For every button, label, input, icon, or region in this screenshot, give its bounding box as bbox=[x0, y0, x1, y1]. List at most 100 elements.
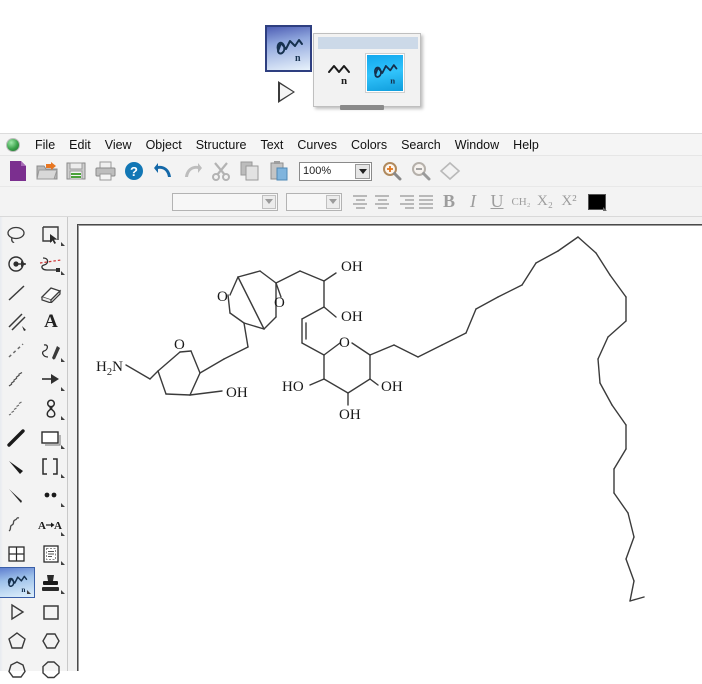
chain-tool-flyout[interactable]: n n n bbox=[265, 25, 421, 110]
shape-tool-button[interactable] bbox=[437, 158, 463, 184]
tool-rectangle-shape[interactable] bbox=[34, 423, 68, 452]
tool-line[interactable] bbox=[0, 278, 34, 307]
menu-item-colors[interactable]: Colors bbox=[344, 136, 394, 154]
tool-bold-wedge-bond[interactable] bbox=[0, 423, 34, 452]
save-button[interactable] bbox=[63, 158, 89, 184]
flyout-item-zigzag-chain[interactable]: n bbox=[322, 54, 360, 92]
tool-lone-pair-dots[interactable] bbox=[34, 481, 68, 510]
tool-dashed-bond[interactable] bbox=[0, 336, 34, 365]
tool-atom-replace[interactable]: A A bbox=[34, 510, 68, 539]
paste-clipboard-icon bbox=[270, 161, 288, 181]
tool-palette: A A A n bbox=[0, 217, 68, 678]
tool-random-chain[interactable]: n bbox=[0, 567, 35, 598]
tool-double-bond[interactable] bbox=[0, 307, 34, 336]
new-document-button[interactable] bbox=[5, 158, 31, 184]
tool-lasso-select[interactable] bbox=[0, 220, 34, 249]
lone-pair-dots-icon bbox=[44, 492, 57, 497]
chevron-down-icon[interactable] bbox=[326, 194, 340, 209]
chevron-down-icon[interactable] bbox=[355, 163, 370, 179]
rectangle-shape-icon bbox=[41, 430, 61, 446]
cut-button[interactable] bbox=[208, 158, 234, 184]
svg-text:?: ? bbox=[130, 164, 138, 179]
tool-dotted-wedge-bond[interactable] bbox=[0, 394, 34, 423]
menu-item-help[interactable]: Help bbox=[506, 136, 546, 154]
flyout-grip[interactable] bbox=[340, 105, 384, 110]
flyout-titlebar[interactable] bbox=[318, 37, 418, 49]
copy-button[interactable] bbox=[237, 158, 263, 184]
tool-thin-wedge-bond[interactable] bbox=[0, 481, 34, 510]
tool-eraser[interactable] bbox=[34, 278, 68, 307]
smallcaps-button[interactable]: CH₂ bbox=[510, 191, 532, 213]
tool-pen-draw[interactable] bbox=[34, 336, 68, 365]
tool-brackets[interactable] bbox=[34, 452, 68, 481]
font-size-combobox[interactable] bbox=[286, 192, 342, 211]
menu-item-file[interactable]: File bbox=[28, 136, 62, 154]
flyout-item-random-chain[interactable]: n bbox=[365, 53, 405, 93]
work-area: A A A n H2N O OH O O OH OH O HO OH OH bbox=[0, 217, 702, 678]
tool-narrow-wedge-bond[interactable] bbox=[0, 452, 34, 481]
line-tool-icon bbox=[8, 284, 25, 301]
atom-label-pyran-oxygen: O bbox=[339, 335, 350, 351]
thin-wedge-bond-icon bbox=[9, 488, 22, 503]
flyout-anchor-button[interactable]: n bbox=[265, 25, 312, 72]
tool-orbital[interactable] bbox=[34, 394, 68, 423]
tool-node-edit[interactable] bbox=[0, 249, 34, 278]
tool-pentagon-shape[interactable] bbox=[0, 626, 34, 655]
atom-label-pyran-hydroxyl-bottom: OH bbox=[339, 407, 361, 423]
print-button[interactable] bbox=[92, 158, 118, 184]
rectangle-select-icon bbox=[42, 225, 59, 244]
tool-dashed-path-edit[interactable] bbox=[34, 249, 68, 278]
tool-rectangle-select[interactable] bbox=[34, 220, 68, 249]
tool-text[interactable]: A bbox=[34, 307, 68, 336]
menu-item-view[interactable]: View bbox=[98, 136, 139, 154]
redo-arrow-icon bbox=[184, 162, 202, 177]
pentagon-shape-icon bbox=[8, 631, 26, 649]
align-right-button[interactable] bbox=[394, 191, 414, 213]
tool-template-page[interactable] bbox=[34, 539, 68, 568]
tool-hexagon-shape[interactable] bbox=[34, 626, 68, 655]
atom-label-thf-oxygen: O bbox=[174, 337, 185, 353]
zoom-level-combobox[interactable]: 100% bbox=[299, 161, 372, 181]
menu-item-window[interactable]: Window bbox=[448, 136, 506, 154]
atom-label-hydroxyl-lower: OH bbox=[341, 309, 363, 325]
undo-button[interactable] bbox=[150, 158, 176, 184]
atom-label-pyran-ho: HO bbox=[282, 379, 304, 395]
arrow-tool-icon bbox=[42, 373, 59, 384]
bold-button[interactable]: B bbox=[438, 191, 460, 213]
menu-item-edit[interactable]: Edit bbox=[62, 136, 98, 154]
italic-button[interactable]: I bbox=[462, 191, 484, 213]
drawing-canvas[interactable]: H2N O OH O O OH OH O HO OH OH bbox=[77, 224, 702, 671]
paste-button[interactable] bbox=[266, 158, 292, 184]
underline-button[interactable]: U bbox=[486, 191, 508, 213]
zoom-in-button[interactable] bbox=[379, 158, 405, 184]
subscript-button[interactable]: X₂ bbox=[534, 191, 556, 213]
tool-stamp[interactable] bbox=[34, 568, 68, 597]
align-center-button[interactable] bbox=[372, 191, 392, 213]
tool-hash-wedge-bond[interactable] bbox=[0, 365, 34, 394]
tool-squiggle-bond[interactable] bbox=[0, 510, 34, 539]
open-file-button[interactable] bbox=[34, 158, 60, 184]
tool-arrow[interactable] bbox=[34, 365, 68, 394]
flyout-expand-triangle[interactable] bbox=[278, 81, 295, 103]
superscript-button[interactable]: X² bbox=[558, 191, 580, 213]
menu-item-text[interactable]: Text bbox=[253, 136, 290, 154]
tool-triangle-shape[interactable] bbox=[0, 597, 34, 626]
align-justify-button[interactable] bbox=[416, 191, 436, 213]
menu-item-object[interactable]: Object bbox=[139, 136, 189, 154]
menu-item-search[interactable]: Search bbox=[394, 136, 448, 154]
flyout-panel: n n bbox=[313, 33, 421, 110]
menu-item-curves[interactable]: Curves bbox=[290, 136, 344, 154]
zoom-out-button[interactable] bbox=[408, 158, 434, 184]
redo-button[interactable] bbox=[179, 158, 205, 184]
menu-item-structure[interactable]: Structure bbox=[189, 136, 254, 154]
chemical-structure-drawing[interactable]: H2N O OH O O OH OH O HO OH OH bbox=[78, 225, 693, 655]
help-button[interactable]: ? bbox=[121, 158, 147, 184]
text-color-swatch[interactable] bbox=[588, 193, 607, 211]
tool-table-grid[interactable] bbox=[0, 539, 34, 568]
align-left-button[interactable] bbox=[350, 191, 370, 213]
tool-square-shape[interactable] bbox=[34, 597, 68, 626]
chevron-down-icon[interactable] bbox=[262, 194, 276, 209]
zoom-in-icon bbox=[383, 162, 402, 181]
font-name-combobox[interactable] bbox=[172, 192, 278, 211]
diamond-shape-icon bbox=[439, 161, 461, 181]
